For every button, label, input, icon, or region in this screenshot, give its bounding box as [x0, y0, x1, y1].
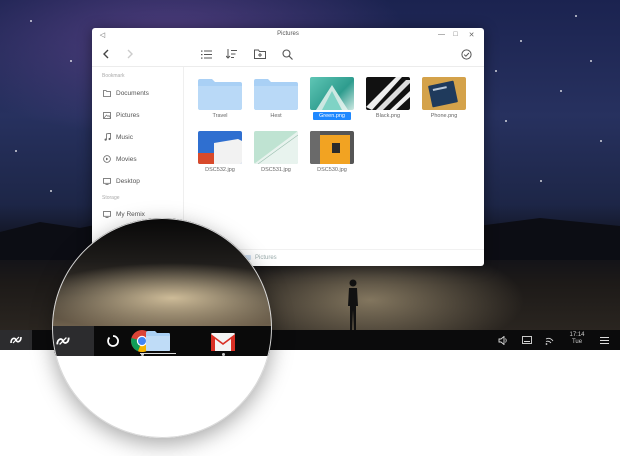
screen: 17:14 Tue ◁ Pictures — □ ✕ Bookmark Docu…: [0, 0, 620, 456]
sidebar-item-label: Movies: [116, 155, 137, 163]
chevron-left-icon: [103, 49, 109, 59]
close-button[interactable]: ✕: [466, 29, 477, 40]
toolbar: [92, 41, 484, 67]
image-thumbnail: [310, 77, 354, 110]
window-title: Pictures: [277, 31, 299, 37]
file-name: Hest: [270, 113, 282, 119]
new-folder-icon: [254, 49, 266, 59]
sidebar-item-music[interactable]: Music: [102, 131, 182, 143]
file-item-hest[interactable]: Hest: [251, 67, 301, 119]
file-name: Travel: [212, 113, 228, 119]
clock-time: 17:14: [569, 332, 585, 338]
file-name: DSC531.jpg: [261, 167, 291, 173]
file-item-dsc532[interactable]: DSC532.jpg: [195, 121, 245, 173]
sidebar-item-label: Documents: [116, 89, 149, 97]
sidebar-item-label: Music: [116, 133, 133, 141]
wifi-icon[interactable]: [540, 330, 558, 350]
select-mode-button[interactable]: [458, 47, 474, 61]
sidebar-item-label: Desktop: [116, 177, 140, 185]
image-thumbnail: [198, 131, 242, 164]
computer-icon: [102, 210, 112, 218]
title-bar[interactable]: ◁ Pictures — □ ✕: [92, 28, 484, 41]
check-circle-icon: [460, 48, 472, 60]
document-icon: [102, 89, 112, 97]
sidebar-item-movies[interactable]: Movies: [102, 153, 182, 165]
sidebar-item-label: My Remix: [116, 210, 145, 218]
folder-icon: [198, 77, 242, 110]
image-thumbnail: [366, 77, 410, 110]
sort-icon: [225, 49, 237, 59]
magnifier-ring: [52, 218, 272, 438]
sidebar-item-label: Pictures: [116, 111, 140, 119]
desktop-icon: [102, 177, 112, 185]
file-item-dsc530[interactable]: DSC530.jpg: [307, 121, 357, 173]
file-item-travel[interactable]: Travel: [195, 67, 245, 119]
file-item-green[interactable]: Green.png: [307, 67, 357, 120]
search-button[interactable]: [279, 47, 295, 61]
chevron-right-icon: [127, 49, 133, 59]
folder-icon: [254, 77, 298, 110]
image-thumbnail: [422, 77, 466, 110]
list-view-button[interactable]: [198, 47, 214, 61]
file-name: Green.png: [313, 112, 351, 120]
picture-icon: [102, 111, 112, 119]
clock[interactable]: 17:14 Tue: [562, 332, 592, 346]
sort-button[interactable]: [223, 47, 239, 61]
nav-back-button[interactable]: [98, 47, 114, 61]
file-item-black[interactable]: Black.png: [363, 67, 413, 119]
file-name: Black.png: [375, 113, 401, 119]
keyboard-icon[interactable]: [518, 330, 536, 350]
bookmark-section-title: Bookmark: [102, 73, 125, 79]
menu-icon[interactable]: [596, 330, 612, 350]
volume-icon[interactable]: [494, 330, 512, 350]
storage-section-title: Storage: [102, 195, 120, 201]
file-name: Phone.png: [430, 113, 458, 119]
minimize-button[interactable]: —: [436, 29, 447, 40]
list-icon: [200, 50, 212, 59]
sidebar-item-pictures[interactable]: Pictures: [102, 109, 182, 121]
new-folder-button[interactable]: [252, 47, 268, 61]
person-silhouette: [348, 279, 358, 330]
image-thumbnail: [254, 131, 298, 164]
sidebar-item-documents[interactable]: Documents: [102, 87, 182, 99]
file-name: DSC532.jpg: [205, 167, 235, 173]
sidebar-item-desktop[interactable]: Desktop: [102, 175, 182, 187]
remix-logo-icon[interactable]: [0, 330, 32, 350]
clock-day: Tue: [571, 339, 583, 345]
maximize-button[interactable]: □: [450, 29, 461, 40]
movie-icon: [102, 155, 112, 163]
file-item-phone[interactable]: Phone.png: [419, 67, 469, 119]
music-icon: [102, 133, 112, 141]
nav-forward-button[interactable]: [122, 47, 138, 61]
shelf-magnifier: [52, 218, 272, 438]
file-name: DSC530.jpg: [317, 167, 347, 173]
image-thumbnail: [310, 131, 354, 164]
file-item-dsc531[interactable]: DSC531.jpg: [251, 121, 301, 173]
search-icon: [281, 48, 293, 60]
